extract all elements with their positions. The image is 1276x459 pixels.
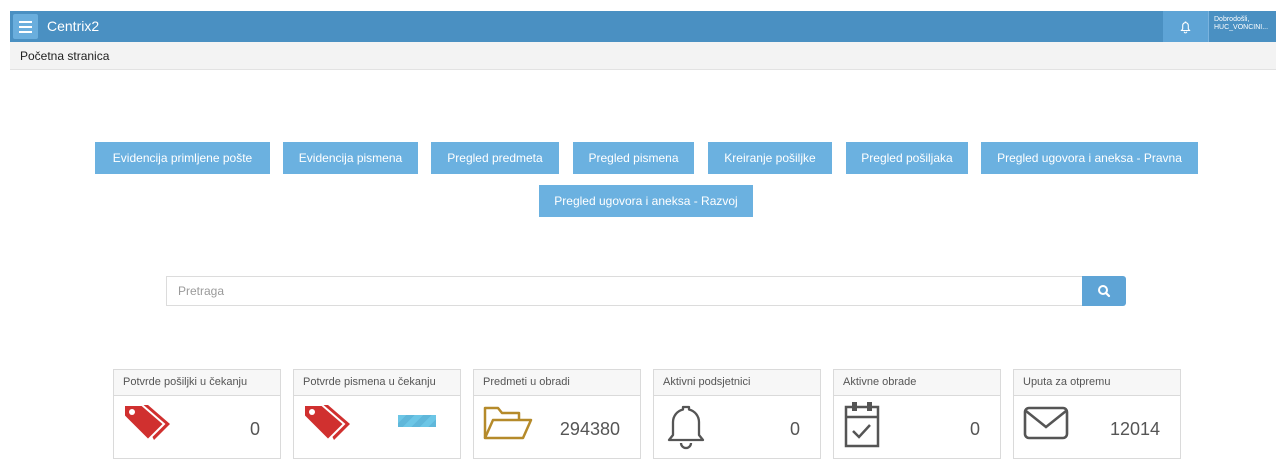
loading-progress-bar xyxy=(398,415,436,427)
card-value: 0 xyxy=(969,419,980,439)
card-uputa-za-otpremu[interactable]: Uputa za otpremu 12014 xyxy=(1013,369,1181,459)
card-title: Uputa za otpremu xyxy=(1014,370,1180,396)
evidencija-primljene-poste-button[interactable]: Evidencija primljene pošte xyxy=(95,142,270,174)
user-menu[interactable]: Dobrodošli, HUC_VONCINI... xyxy=(1208,11,1276,42)
app-title[interactable]: Centrix2 xyxy=(47,18,99,34)
evidencija-pismena-button[interactable]: Evidencija pismena xyxy=(283,142,418,174)
card-potvrde-posiljki[interactable]: Potvrde pošiljki u čekanju 0 xyxy=(113,369,281,459)
card-value: 0 xyxy=(789,419,800,439)
card-predmeti-u-obradi[interactable]: Predmeti u obradi 294380 xyxy=(473,369,641,459)
card-potvrde-pismena[interactable]: Potvrde pismena u čekanju xyxy=(293,369,461,459)
calendar-check-icon xyxy=(844,402,880,448)
hamburger-menu-icon[interactable] xyxy=(13,14,38,39)
welcome-text: Dobrodošli, xyxy=(1214,16,1250,23)
card-title: Aktivni podsjetnici xyxy=(654,370,820,396)
folder-open-icon xyxy=(483,406,533,440)
card-title: Predmeti u obradi xyxy=(474,370,640,396)
card-value: 294380 xyxy=(559,419,620,439)
card-aktivni-podsjetnici[interactable]: Aktivni podsjetnici 0 xyxy=(653,369,821,459)
kreiranje-posiljke-button[interactable]: Kreiranje pošiljke xyxy=(708,142,832,174)
bell-icon xyxy=(667,405,705,450)
username: HUC_VONCINI... xyxy=(1214,24,1269,31)
pregled-ugovora-razvoj-button[interactable]: Pregled ugovora i aneksa - Razvoj xyxy=(539,185,753,217)
card-value: 0 xyxy=(249,419,260,439)
search-input[interactable] xyxy=(166,276,1082,306)
card-value: 12014 xyxy=(1109,419,1160,439)
search-icon xyxy=(1098,285,1111,298)
notifications-button[interactable] xyxy=(1163,11,1208,42)
pregled-ugovora-pravna-button[interactable]: Pregled ugovora i aneksa - Pravna xyxy=(981,142,1198,174)
pregled-posiljaka-button[interactable]: Pregled pošiljaka xyxy=(846,142,968,174)
bell-icon xyxy=(1180,21,1191,34)
tags-icon xyxy=(303,404,350,442)
card-title: Aktivne obrade xyxy=(834,370,1000,396)
card-aktivne-obrade[interactable]: Aktivne obrade 0 xyxy=(833,369,1001,459)
breadcrumb-bar: Početna stranica xyxy=(10,42,1276,70)
top-navbar: Centrix2 Dobrodošli, HUC_VONCINI... xyxy=(10,11,1276,42)
breadcrumb: Početna stranica xyxy=(20,49,110,63)
envelope-icon xyxy=(1023,406,1069,440)
pregled-pismena-button[interactable]: Pregled pismena xyxy=(573,142,694,174)
pregled-predmeta-button[interactable]: Pregled predmeta xyxy=(431,142,559,174)
card-title: Potvrde pismena u čekanju xyxy=(294,370,460,396)
card-title: Potvrde pošiljki u čekanju xyxy=(114,370,280,396)
tags-icon xyxy=(123,404,170,442)
search-button[interactable] xyxy=(1082,276,1126,306)
